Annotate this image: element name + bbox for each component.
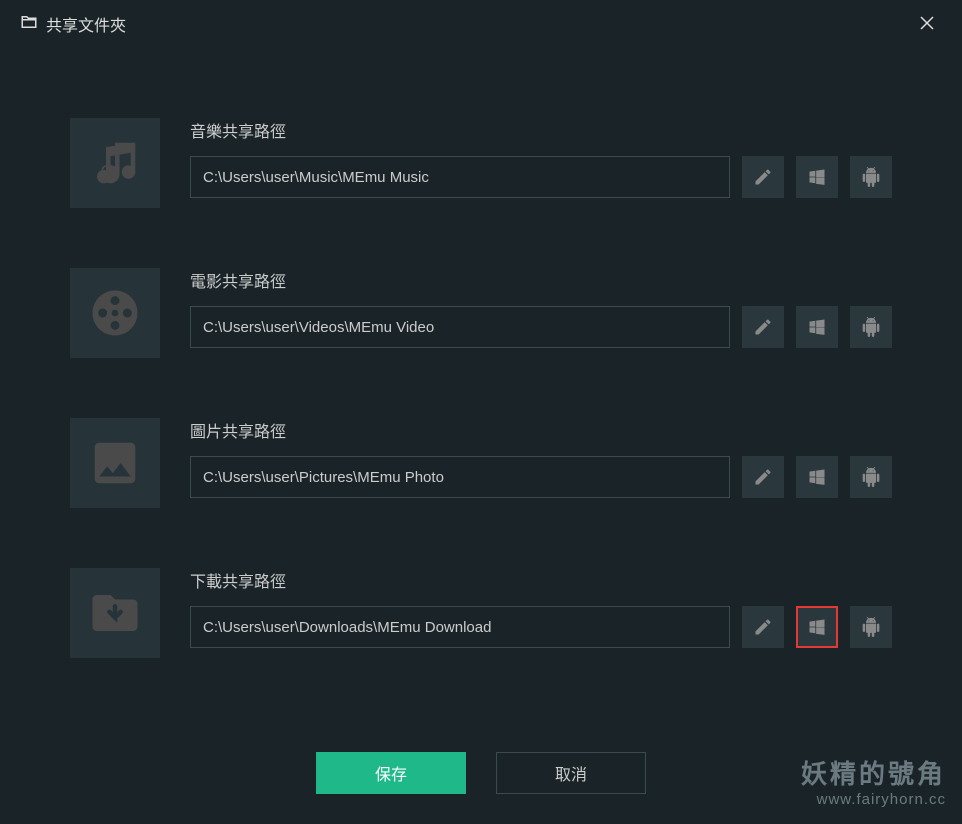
photo-icon (70, 418, 160, 508)
download-android-button[interactable] (850, 606, 892, 648)
photo-path-input[interactable] (190, 456, 730, 498)
watermark-url: www.fairyhorn.cc (801, 791, 946, 808)
save-button[interactable]: 保存 (316, 752, 466, 794)
music-android-button[interactable] (850, 156, 892, 198)
music-path-row (190, 156, 892, 198)
music-path-input[interactable] (190, 156, 730, 198)
download-label: 下載共享路徑 (190, 568, 892, 592)
photo-label: 圖片共享路徑 (190, 418, 892, 442)
download-windows-button[interactable] (796, 606, 838, 648)
watermark: 妖精的號角 www.fairyhorn.cc (801, 754, 946, 808)
titlebar: 共享文件夾 (0, 0, 962, 48)
window-title: 共享文件夾 (46, 12, 126, 36)
photo-windows-button[interactable] (796, 456, 838, 498)
music-details: 音樂共享路徑 (190, 118, 892, 198)
video-windows-button[interactable] (796, 306, 838, 348)
photo-path-row (190, 456, 892, 498)
video-label: 電影共享路徑 (190, 268, 892, 292)
download-row: 下載共享路徑 (70, 568, 892, 658)
photo-details: 圖片共享路徑 (190, 418, 892, 498)
download-icon (70, 568, 160, 658)
video-edit-button[interactable] (742, 306, 784, 348)
folder-icon (20, 13, 38, 36)
video-path-row (190, 306, 892, 348)
video-path-input[interactable] (190, 306, 730, 348)
music-row: 音樂共享路徑 (70, 118, 892, 208)
photo-row: 圖片共享路徑 (70, 418, 892, 508)
music-label: 音樂共享路徑 (190, 118, 892, 142)
cancel-button[interactable]: 取消 (496, 752, 646, 794)
content-area: 音樂共享路徑 (0, 48, 962, 658)
video-row: 電影共享路徑 (70, 268, 892, 358)
video-icon (70, 268, 160, 358)
download-path-row (190, 606, 892, 648)
video-details: 電影共享路徑 (190, 268, 892, 348)
download-edit-button[interactable] (742, 606, 784, 648)
music-windows-button[interactable] (796, 156, 838, 198)
music-edit-button[interactable] (742, 156, 784, 198)
close-button[interactable] (912, 10, 942, 39)
titlebar-left: 共享文件夾 (20, 12, 126, 36)
photo-android-button[interactable] (850, 456, 892, 498)
photo-edit-button[interactable] (742, 456, 784, 498)
watermark-title: 妖精的號角 (801, 754, 946, 791)
download-path-input[interactable] (190, 606, 730, 648)
download-details: 下載共享路徑 (190, 568, 892, 648)
video-android-button[interactable] (850, 306, 892, 348)
music-icon (70, 118, 160, 208)
